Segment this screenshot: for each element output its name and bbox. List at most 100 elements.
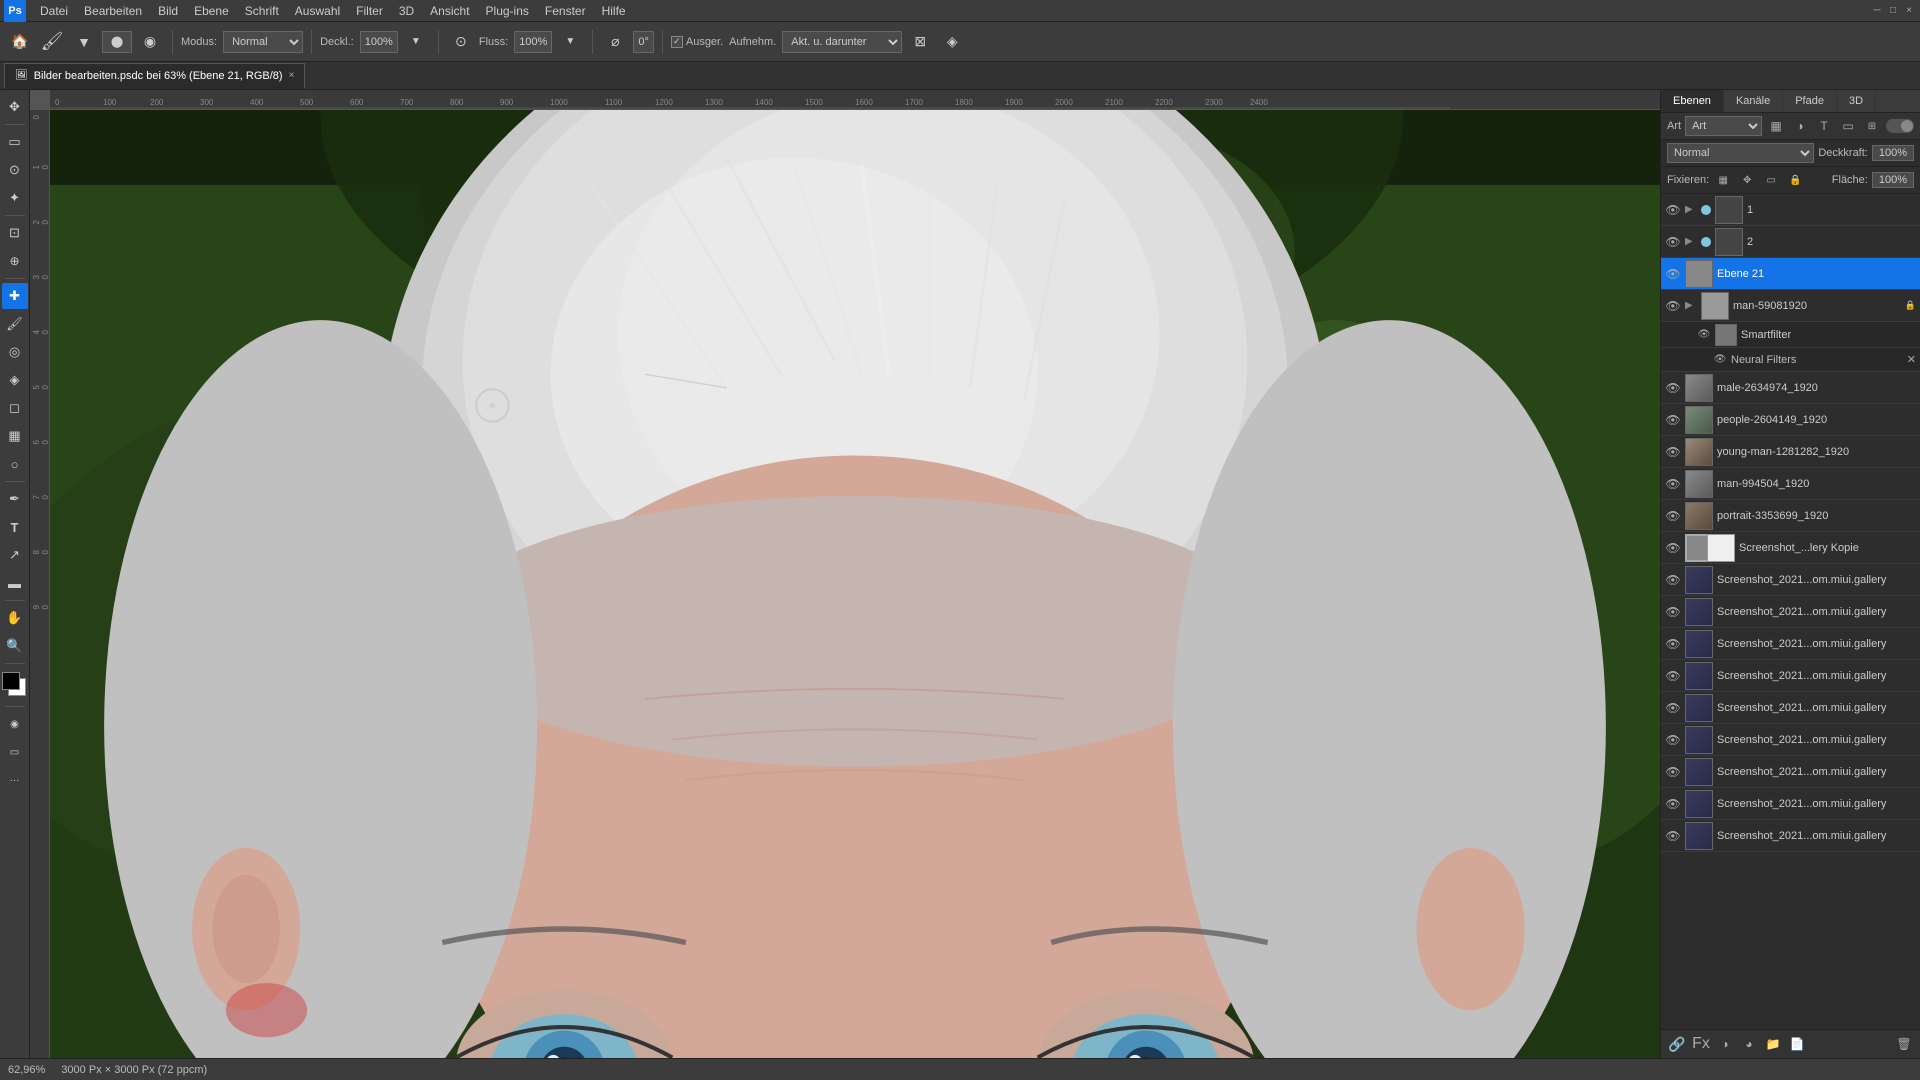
add-mask-btn[interactable]: ◑ [1715,1034,1735,1054]
layer-item-2[interactable]: 👁 ▶ 2 [1661,226,1920,258]
smart-object-filter-btn[interactable]: ⊞ [1862,116,1882,136]
smartfilter-row[interactable]: 👁 Smartfilter [1661,322,1920,348]
menu-bild[interactable]: Bild [150,2,186,20]
aufnehm-select[interactable]: Akt. u. darunter [782,31,902,53]
fluss-options[interactable]: ▼ [556,28,584,56]
layer-item-ss2[interactable]: 👁 Screenshot_2021...om.miui.gallery [1661,596,1920,628]
brush-tool-options[interactable]: 🖌 [38,28,66,56]
lock-all-btn[interactable]: 🔒 [1785,170,1805,190]
layer-item-man59[interactable]: 👁 ▶ man-59081920 🔒 [1661,290,1920,322]
shape-tool[interactable]: ▬ [2,570,28,596]
opacity-value[interactable]: 100% [1872,145,1914,161]
visibility-toggle-ss3[interactable]: 👁 [1665,636,1681,652]
visibility-toggle-sk[interactable]: 👁 [1665,540,1681,556]
path-selection-tool[interactable]: ↗ [2,542,28,568]
crop-tool[interactable]: ⊡ [2,220,28,246]
angle-btn[interactable]: ⌀ [601,28,629,56]
expand-man59[interactable]: ▶ [1685,300,1697,311]
history-brush-tool[interactable]: ◈ [2,367,28,393]
visibility-toggle-ss9[interactable]: 👁 [1665,828,1681,844]
expand-1[interactable]: ▶ [1685,204,1697,215]
angle-value[interactable]: 0° [633,31,654,53]
heal-options-btn[interactable]: ◈ [938,28,966,56]
smartfilter-vis[interactable]: 👁 [1697,328,1711,342]
visibility-toggle-portrait[interactable]: 👁 [1665,508,1681,524]
tab-kanaele[interactable]: Kanäle [1724,90,1783,112]
layer-item-portrait[interactable]: 👁 portrait-3353699_1920 [1661,500,1920,532]
text-tool[interactable]: T [2,514,28,540]
deckung-options[interactable]: ▼ [402,28,430,56]
modus-select[interactable]: Normal [223,31,303,53]
shape-filter-btn[interactable]: ▭ [1838,116,1858,136]
quick-mask-btn[interactable]: ◉ [2,711,28,737]
lock-pixels-btn[interactable]: ▦ [1713,170,1733,190]
marquee-tool[interactable]: ▭ [2,129,28,155]
clone-stamp-tool[interactable]: ◎ [2,339,28,365]
brush-hardness-btn[interactable]: ◉ [136,28,164,56]
visibility-toggle-ss2[interactable]: 👁 [1665,604,1681,620]
eyedropper-tool[interactable]: ⊕ [2,248,28,274]
layer-item-ss8[interactable]: 👁 Screenshot_2021...om.miui.gallery [1661,788,1920,820]
deckung-value[interactable]: 100% [360,31,398,53]
layer-type-filter[interactable]: Art [1685,116,1762,136]
minimize-button[interactable]: ─ [1870,4,1884,18]
layer-item-ss6[interactable]: 👁 Screenshot_2021...om.miui.gallery [1661,724,1920,756]
filter-toggle[interactable] [1886,119,1914,133]
layer-item-ebene21[interactable]: 👁 Ebene 21 [1661,258,1920,290]
visibility-toggle-ss6[interactable]: 👁 [1665,732,1681,748]
visibility-toggle-youngman[interactable]: 👁 [1665,444,1681,460]
tab-ebenen[interactable]: Ebenen [1661,90,1724,112]
layer-item-people2604[interactable]: 👁 people-2604149_1920 [1661,404,1920,436]
layer-item-ss5[interactable]: 👁 Screenshot_2021...om.miui.gallery [1661,692,1920,724]
layer-item-screenshot-kopie[interactable]: 👁 Screenshot_...lery Kopie [1661,532,1920,564]
tab-close-button[interactable]: × [289,70,295,81]
add-style-btn[interactable]: Fx [1691,1034,1711,1054]
layer-item-ss3[interactable]: 👁 Screenshot_2021...om.miui.gallery [1661,628,1920,660]
menu-3d[interactable]: 3D [391,2,422,20]
new-layer-btn[interactable]: 📄 [1787,1034,1807,1054]
visibility-toggle-ss7[interactable]: 👁 [1665,764,1681,780]
extras-btn[interactable]: ··· [2,767,28,793]
fluss-value[interactable]: 100% [514,31,552,53]
menu-hilfe[interactable]: Hilfe [594,2,634,20]
layer-item-ss4[interactable]: 👁 Screenshot_2021...om.miui.gallery [1661,660,1920,692]
blend-mode-select[interactable]: Normal [1667,143,1814,163]
move-tool[interactable]: ✥ [2,94,28,120]
pen-tool[interactable]: ✒ [2,486,28,512]
menu-datei[interactable]: Datei [32,2,76,20]
visibility-toggle-ss1[interactable]: 👁 [1665,572,1681,588]
lock-position-btn[interactable]: ✥ [1737,170,1757,190]
visibility-toggle-man59[interactable]: 👁 [1665,298,1681,314]
visibility-toggle-ss5[interactable]: 👁 [1665,700,1681,716]
brush-preset-picker[interactable]: ▼ [70,28,98,56]
document-tab[interactable]: 🖼 Bilder bearbeiten.psdc bei 63% (Ebene … [4,63,305,89]
tab-3d[interactable]: 3D [1837,90,1876,112]
menu-plugins[interactable]: Plug-ins [478,2,537,20]
link-layers-btn[interactable]: 🔗 [1667,1034,1687,1054]
adjustment-filter-btn[interactable]: ◑ [1790,116,1810,136]
neural-filters-close[interactable]: ✕ [1907,353,1916,366]
zoom-tool[interactable]: 🔍 [2,633,28,659]
tab-pfade[interactable]: Pfade [1783,90,1837,112]
menu-filter[interactable]: Filter [348,2,391,20]
lasso-tool[interactable]: ⊙ [2,157,28,183]
add-adjustment-btn[interactable]: ◕ [1739,1034,1759,1054]
layer-item-man994[interactable]: 👁 man-994504_1920 [1661,468,1920,500]
menu-schrift[interactable]: Schrift [237,2,287,20]
lock-artboards-btn[interactable]: ▭ [1761,170,1781,190]
menu-ebene[interactable]: Ebene [186,2,237,20]
text-filter-btn[interactable]: T [1814,116,1834,136]
layer-item-ss1[interactable]: 👁 Screenshot_2021...om.miui.gallery [1661,564,1920,596]
eraser-tool[interactable]: ◻ [2,395,28,421]
foreground-color[interactable] [2,672,20,690]
visibility-toggle-ebene21[interactable]: 👁 [1665,266,1681,282]
new-group-btn[interactable]: 📁 [1763,1034,1783,1054]
layer-item-ss7[interactable]: 👁 Screenshot_2021...om.miui.gallery [1661,756,1920,788]
layer-item-ss9[interactable]: 👁 Screenshot_2021...om.miui.gallery [1661,820,1920,852]
brush-tool[interactable]: 🖌 [2,311,28,337]
dodge-tool[interactable]: ○ [2,451,28,477]
layer-item-1[interactable]: 👁 ▶ 1 [1661,194,1920,226]
menu-auswahl[interactable]: Auswahl [287,2,348,20]
photo-canvas[interactable] [50,110,1660,1058]
menu-ansicht[interactable]: Ansicht [422,2,477,20]
